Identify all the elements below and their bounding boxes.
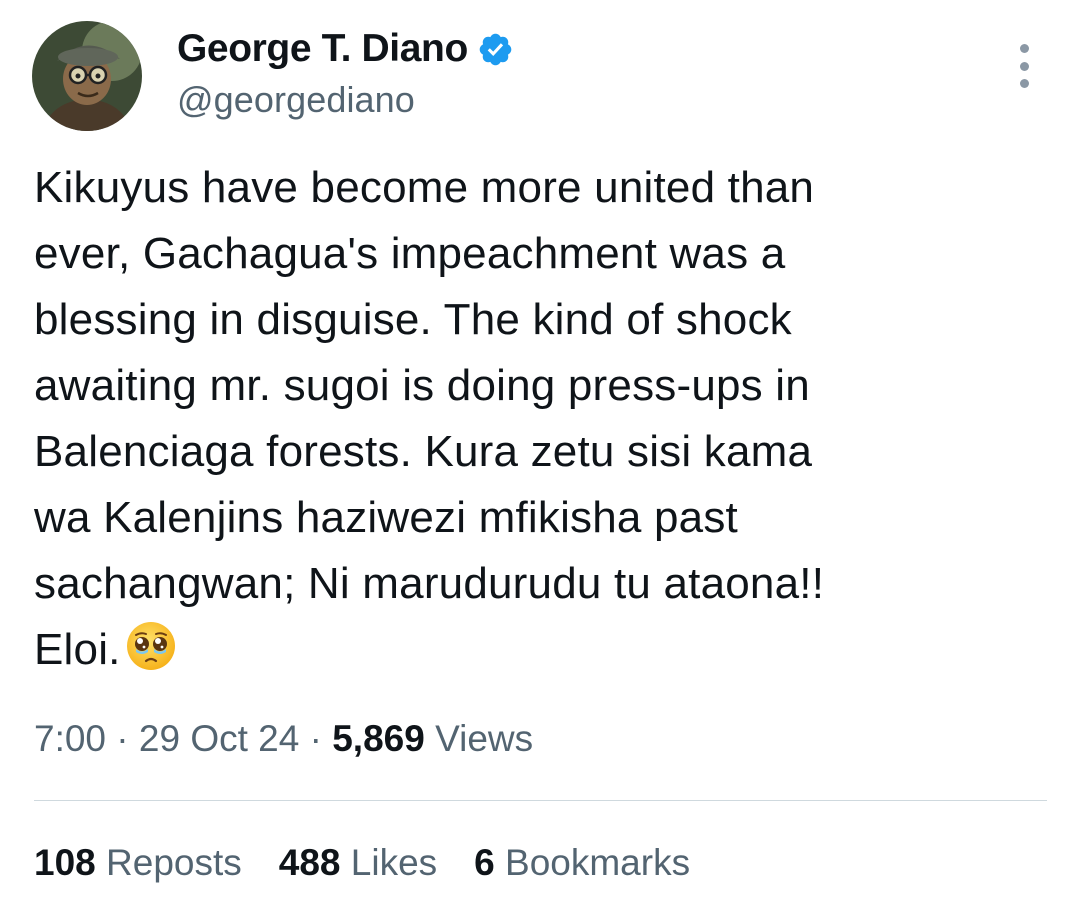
pleading-face-emoji-icon: [125, 620, 177, 672]
engagement-stats: 108 Reposts 488 Likes 6 Bookmarks: [34, 842, 727, 884]
tweet-date[interactable]: 29 Oct 24: [139, 718, 299, 759]
likes-stat[interactable]: 488 Likes: [279, 842, 437, 884]
meta-separator: ·: [309, 718, 322, 759]
reposts-label: Reposts: [106, 842, 242, 883]
author-name-row: George T. Diano: [177, 26, 514, 72]
divider: [34, 800, 1047, 801]
likes-count: 488: [278, 842, 341, 883]
more-dot: [1019, 79, 1029, 88]
bookmarks-stat[interactable]: 6 Bookmarks: [474, 842, 690, 884]
author-display-name[interactable]: George T. Diano: [177, 27, 468, 71]
meta-separator: ·: [116, 718, 129, 759]
reposts-count: 108: [34, 842, 96, 883]
more-dot: [1019, 61, 1029, 71]
tweet-meta: 7:00 · 29 Oct 24 · 5,869 Views: [34, 718, 533, 760]
more-options-icon[interactable]: [1012, 44, 1036, 88]
author-handle[interactable]: @georgediano: [177, 79, 415, 121]
avatar-image: [32, 21, 142, 131]
tweet-time[interactable]: 7:00: [34, 718, 106, 759]
bookmarks-count: 6: [474, 842, 495, 883]
verified-badge-icon[interactable]: [477, 31, 514, 68]
avatar[interactable]: [32, 21, 142, 131]
views-count: 5,869: [332, 718, 425, 759]
likes-label: Likes: [350, 842, 438, 883]
bookmarks-label: Bookmarks: [505, 842, 691, 883]
tweet-body: Kikuyus have become more united than eve…: [34, 163, 825, 674]
tweet-text: Kikuyus have become more united than eve…: [34, 155, 1044, 683]
reposts-stat[interactable]: 108 Reposts: [34, 842, 242, 884]
views-label: Views: [435, 718, 534, 759]
more-dot: [1019, 44, 1029, 53]
